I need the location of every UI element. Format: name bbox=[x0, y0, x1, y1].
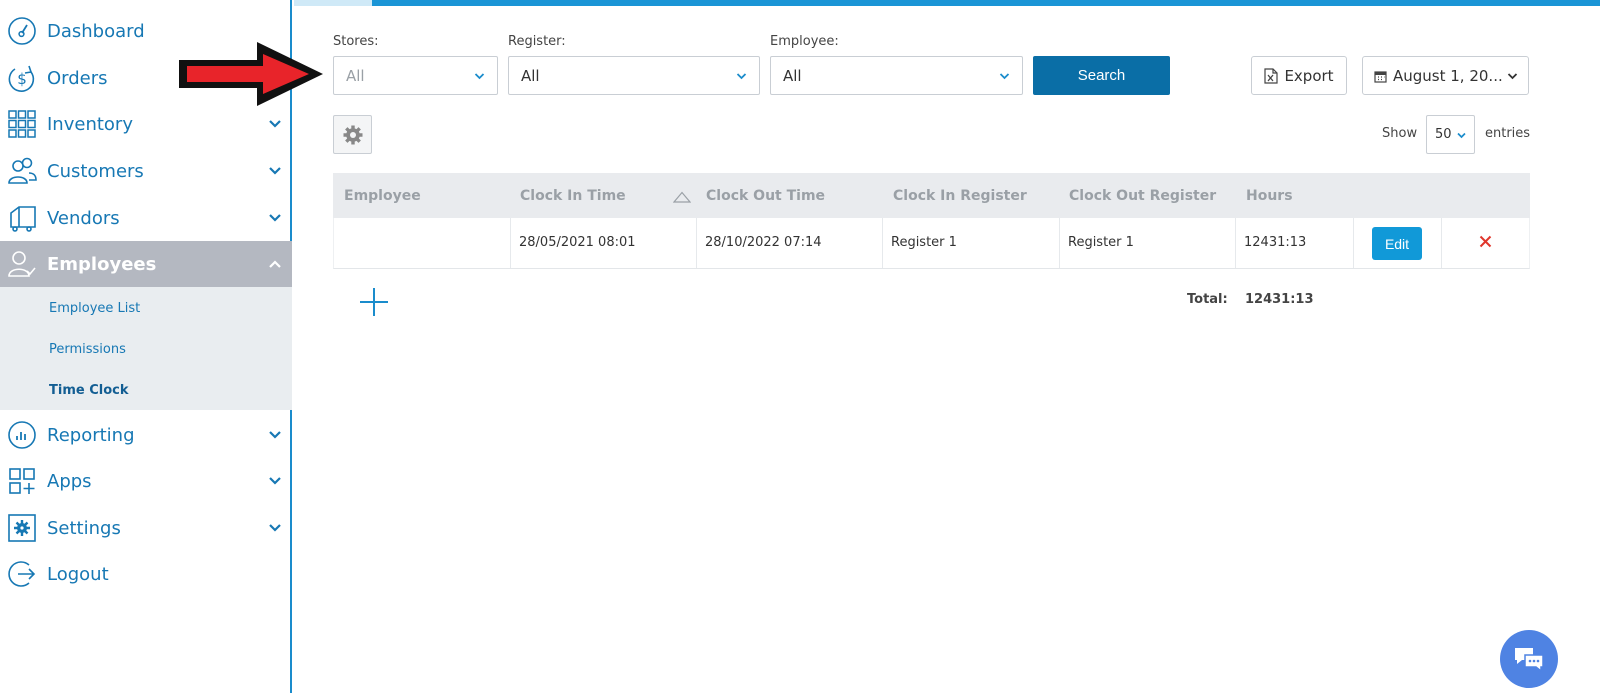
nav-label: Settings bbox=[47, 517, 121, 539]
chat-widget-button[interactable] bbox=[1500, 630, 1558, 688]
header-clock-out-time[interactable]: Clock Out Time bbox=[706, 188, 825, 204]
chevron-down-icon bbox=[269, 214, 281, 222]
svg-text:$: $ bbox=[17, 70, 27, 88]
nav-apps[interactable]: Apps bbox=[0, 458, 292, 504]
search-button[interactable]: Search bbox=[1033, 56, 1170, 95]
column-settings-button[interactable] bbox=[333, 115, 372, 154]
chevron-down-icon bbox=[736, 73, 747, 80]
subnav-permissions[interactable]: Permissions bbox=[49, 342, 126, 357]
cell-clock-out-time: 28/10/2022 07:14 bbox=[697, 218, 883, 268]
entries-value: 50 bbox=[1435, 127, 1452, 142]
nav-employees[interactable]: Employees bbox=[0, 241, 292, 287]
annotation-arrow-icon bbox=[179, 42, 323, 106]
top-accent-tab bbox=[294, 0, 372, 6]
employee-select[interactable]: All bbox=[770, 56, 1023, 95]
delete-icon[interactable] bbox=[1479, 235, 1492, 248]
cell-clock-in-time: 28/05/2021 08:01 bbox=[511, 218, 697, 268]
export-button[interactable]: Export bbox=[1251, 56, 1347, 95]
customers-icon bbox=[8, 157, 37, 184]
chevron-up-icon bbox=[269, 260, 281, 268]
employees-submenu: Employee List Permissions Time Clock bbox=[0, 287, 292, 410]
subnav-time-clock[interactable]: Time Clock bbox=[49, 383, 129, 398]
settings-icon bbox=[8, 514, 36, 542]
cell-clock-out-register: Register 1 bbox=[1060, 218, 1236, 268]
nav-label: Orders bbox=[47, 67, 108, 89]
nav-logout[interactable]: Logout bbox=[0, 551, 292, 597]
chevron-down-icon bbox=[474, 73, 485, 80]
nav-label: Dashboard bbox=[47, 20, 145, 42]
entries-select[interactable]: 50 bbox=[1426, 115, 1475, 154]
chevron-down-icon bbox=[269, 120, 281, 128]
nav-customers[interactable]: Customers bbox=[0, 148, 292, 194]
gear-icon bbox=[343, 125, 363, 145]
cell-clock-in-register: Register 1 bbox=[883, 218, 1060, 268]
register-label: Register: bbox=[508, 34, 566, 49]
chevron-down-icon bbox=[269, 477, 281, 485]
nav-label: Reporting bbox=[47, 424, 135, 446]
header-employee[interactable]: Employee bbox=[344, 188, 421, 204]
logout-icon bbox=[8, 561, 36, 587]
table-row: 28/05/2021 08:01 28/10/2022 07:14 Regist… bbox=[333, 218, 1530, 269]
register-value: All bbox=[521, 67, 540, 85]
chat-icon bbox=[1515, 648, 1544, 672]
show-label: Show bbox=[1382, 126, 1418, 141]
apps-icon bbox=[9, 468, 35, 494]
nav-reporting[interactable]: Reporting bbox=[0, 412, 292, 458]
export-label: Export bbox=[1284, 66, 1334, 85]
chevron-down-icon bbox=[269, 167, 281, 175]
nav-label: Employees bbox=[47, 253, 157, 275]
chevron-down-icon bbox=[999, 73, 1010, 80]
dashboard-icon bbox=[8, 17, 36, 45]
nav-label: Customers bbox=[47, 160, 144, 182]
chevron-down-icon bbox=[269, 431, 281, 439]
chevron-down-icon bbox=[1507, 73, 1518, 80]
table-header: Employee Clock In Time Clock Out Time Cl… bbox=[333, 173, 1530, 218]
total-value: 12431:13 bbox=[1245, 292, 1314, 307]
employee-label: Employee: bbox=[770, 34, 839, 49]
excel-file-icon bbox=[1264, 67, 1279, 84]
date-range-picker[interactable]: August 1, 20... bbox=[1362, 56, 1529, 95]
header-hours[interactable]: Hours bbox=[1246, 188, 1293, 204]
nav-label: Inventory bbox=[47, 113, 133, 135]
chevron-down-icon bbox=[269, 524, 281, 532]
header-clock-in-register[interactable]: Clock In Register bbox=[893, 188, 1027, 204]
stores-select[interactable]: All bbox=[333, 56, 498, 95]
calendar-icon bbox=[1374, 71, 1387, 83]
subnav-employee-list[interactable]: Employee List bbox=[49, 301, 140, 316]
orders-icon: $ bbox=[8, 65, 35, 92]
date-value: August 1, 20... bbox=[1393, 67, 1503, 85]
stores-label: Stores: bbox=[333, 34, 379, 49]
sort-asc-icon[interactable] bbox=[673, 191, 691, 203]
entries-label: entries bbox=[1485, 126, 1531, 141]
cell-hours: 12431:13 bbox=[1236, 218, 1354, 268]
nav-label: Logout bbox=[47, 563, 109, 585]
total-label: Total: bbox=[1187, 292, 1228, 307]
add-icon[interactable] bbox=[358, 286, 390, 318]
cell-employee bbox=[334, 218, 511, 268]
inventory-icon bbox=[8, 110, 36, 138]
nav-label: Vendors bbox=[47, 207, 120, 229]
header-clock-out-register[interactable]: Clock Out Register bbox=[1069, 188, 1216, 204]
chevron-down-icon bbox=[1457, 132, 1466, 139]
register-select[interactable]: All bbox=[508, 56, 760, 95]
nav-vendors[interactable]: Vendors bbox=[0, 195, 292, 241]
employees-icon bbox=[8, 251, 36, 277]
header-clock-in-time[interactable]: Clock In Time bbox=[520, 188, 626, 204]
reporting-icon bbox=[8, 421, 36, 449]
vendors-icon bbox=[10, 206, 36, 232]
nav-label: Apps bbox=[47, 470, 92, 492]
stores-value: All bbox=[346, 67, 365, 85]
top-accent-bar bbox=[294, 0, 1600, 6]
edit-button[interactable]: Edit bbox=[1372, 227, 1422, 260]
employee-value: All bbox=[783, 67, 802, 85]
nav-settings[interactable]: Settings bbox=[0, 505, 292, 551]
